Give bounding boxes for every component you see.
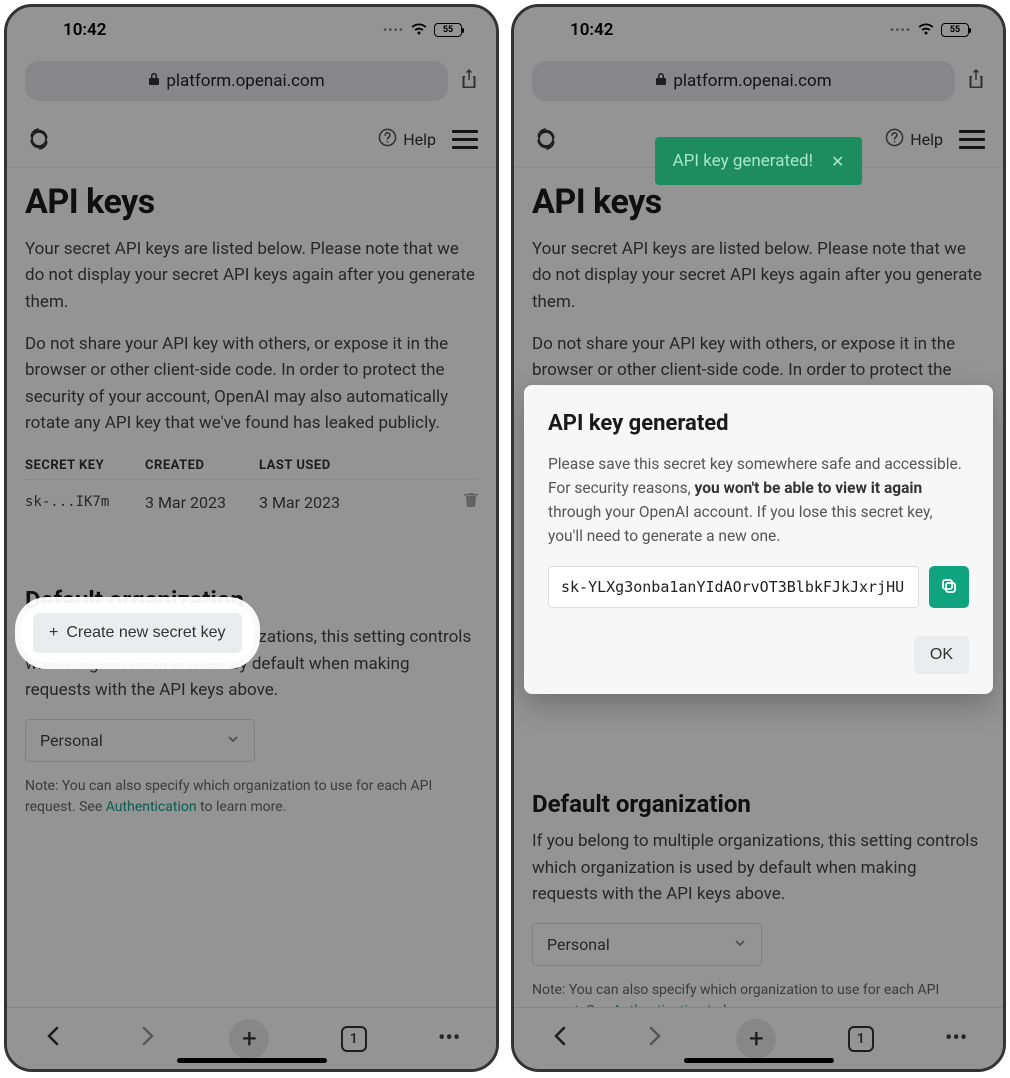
ok-button[interactable]: OK xyxy=(914,636,969,674)
api-key-modal: API key generated Please save this secre… xyxy=(524,385,993,694)
org-select[interactable]: Personal xyxy=(25,719,255,762)
help-icon xyxy=(378,128,397,151)
home-indicator xyxy=(684,1058,834,1063)
chevron-down-icon xyxy=(226,731,240,750)
create-label: Create new secret key xyxy=(66,624,225,642)
table-header: SECRET KEY CREATED LAST USED xyxy=(25,452,478,480)
status-bar: 10:42 •••• 55 xyxy=(514,7,1003,53)
page-title: API keys xyxy=(25,182,478,222)
th-last-used: LAST USED xyxy=(259,458,478,473)
help-label: Help xyxy=(910,130,943,149)
cell-used: 3 Mar 2023 xyxy=(259,493,464,512)
wifi-icon xyxy=(410,21,428,40)
new-tab-icon[interactable]: + xyxy=(229,1019,269,1059)
cell-key: sk-...IK7m xyxy=(25,494,145,510)
auth-link[interactable]: Authentication xyxy=(106,799,197,815)
tabs-icon[interactable]: 1 xyxy=(341,1026,367,1052)
url-bar[interactable]: platform.openai.com xyxy=(25,61,448,101)
highlight-create-button: + Create new secret key xyxy=(21,603,254,663)
status-time: 10:42 xyxy=(63,20,106,40)
app-header: Help xyxy=(7,111,496,168)
phone-left: 10:42 •••• 55 platform.openai.com xyxy=(4,4,499,1072)
copy-icon xyxy=(940,577,958,598)
api-key-field[interactable]: sk-YLXg3onba1anYIdAOrvOT3BlbkFJkJxrjHU xyxy=(548,566,919,608)
org-selected: Personal xyxy=(547,935,610,954)
help-label: Help xyxy=(403,130,436,149)
forward-icon[interactable] xyxy=(136,1025,158,1053)
wifi-icon xyxy=(917,21,935,40)
th-created: CREATED xyxy=(145,458,259,473)
more-icon[interactable]: ••• xyxy=(438,1026,460,1051)
copy-button[interactable] xyxy=(929,566,969,608)
back-icon[interactable] xyxy=(43,1025,65,1053)
battery-icon: 55 xyxy=(434,23,462,37)
cell-created: 3 Mar 2023 xyxy=(145,493,259,512)
battery-icon: 55 xyxy=(941,23,969,37)
toast-api-key-generated: API key generated! ✕ xyxy=(655,137,863,185)
page-content: API keys Your secret API keys are listed… xyxy=(7,168,496,1007)
page-title: API keys xyxy=(532,182,985,222)
more-icon[interactable]: ••• xyxy=(945,1026,967,1051)
share-icon[interactable] xyxy=(967,68,985,95)
default-org-text: If you belong to multiple organizations,… xyxy=(532,828,985,907)
home-indicator xyxy=(177,1058,327,1063)
default-org-heading: Default organization xyxy=(532,790,985,818)
menu-icon[interactable] xyxy=(452,130,478,149)
openai-logo-icon xyxy=(25,125,53,153)
intro-paragraph-1: Your secret API keys are listed below. P… xyxy=(25,236,478,315)
status-time: 10:42 xyxy=(570,20,613,40)
table-row: sk-...IK7m 3 Mar 2023 3 Mar 2023 xyxy=(25,480,478,524)
chevron-down-icon xyxy=(733,935,747,954)
lock-icon xyxy=(655,71,667,91)
key-row: sk-YLXg3onba1anYIdAOrvOT3BlbkFJkJxrjHU xyxy=(548,566,969,608)
help-icon xyxy=(885,128,904,151)
menu-icon[interactable] xyxy=(959,130,985,149)
org-note: Note: You can also specify which organiz… xyxy=(25,776,478,818)
th-secret-key: SECRET KEY xyxy=(25,458,145,473)
url-text: platform.openai.com xyxy=(166,71,324,91)
url-bar-row: platform.openai.com xyxy=(7,53,496,111)
lock-icon xyxy=(148,71,160,91)
url-bar-row: platform.openai.com xyxy=(514,53,1003,111)
org-selected: Personal xyxy=(40,731,103,750)
help-link[interactable]: Help xyxy=(885,128,943,151)
tabs-icon[interactable]: 1 xyxy=(848,1026,874,1052)
modal-text: Please save this secret key somewhere sa… xyxy=(548,452,969,548)
plus-icon: + xyxy=(49,624,58,642)
share-icon[interactable] xyxy=(460,68,478,95)
url-text: platform.openai.com xyxy=(673,71,831,91)
openai-logo-icon xyxy=(532,125,560,153)
intro-paragraph-1: Your secret API keys are listed below. P… xyxy=(532,236,985,315)
forward-icon[interactable] xyxy=(643,1025,665,1053)
org-select[interactable]: Personal xyxy=(532,923,762,966)
intro-paragraph-2: Do not share your API key with others, o… xyxy=(25,331,478,436)
back-icon[interactable] xyxy=(550,1025,572,1053)
trash-icon[interactable] xyxy=(464,492,478,512)
help-link[interactable]: Help xyxy=(378,128,436,151)
status-bar: 10:42 •••• 55 xyxy=(7,7,496,53)
org-note: Note: You can also specify which organiz… xyxy=(532,980,985,1007)
create-secret-key-button-highlight[interactable]: + Create new secret key xyxy=(33,613,242,653)
modal-title: API key generated xyxy=(548,411,969,436)
cellular-icon: •••• xyxy=(890,23,911,37)
new-tab-icon[interactable]: + xyxy=(736,1019,776,1059)
close-icon[interactable]: ✕ xyxy=(831,152,844,171)
cellular-icon: •••• xyxy=(383,23,404,37)
url-bar[interactable]: platform.openai.com xyxy=(532,61,955,101)
phone-right: 10:42 •••• 55 platform.openai.com xyxy=(511,4,1006,1072)
toast-text: API key generated! xyxy=(673,151,813,171)
